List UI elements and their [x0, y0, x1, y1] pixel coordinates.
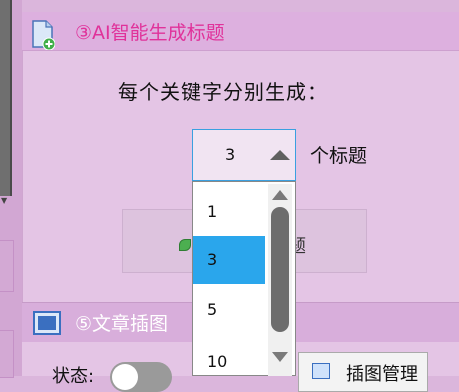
chevron-up-icon[interactable]: [270, 150, 290, 160]
images-section-title: ⑤文章插图: [75, 313, 169, 335]
dropdown-option[interactable]: 10: [193, 338, 265, 375]
dropdown-option-selected[interactable]: 3: [193, 236, 265, 284]
title-count-suffix: 个标题: [310, 145, 368, 167]
divider: [22, 50, 459, 51]
image-manage-icon: [312, 363, 330, 379]
scroll-down-icon[interactable]: ▼: [1, 197, 9, 205]
dropdown-option[interactable]: 5: [193, 286, 265, 334]
leaf-icon: [179, 239, 191, 251]
scroll-up-icon[interactable]: [272, 190, 288, 200]
dropdown-scroll-thumb[interactable]: [271, 207, 289, 332]
left-panel-box: [0, 330, 14, 378]
toggle-knob: [112, 364, 138, 390]
image-manage-label: 插图管理: [346, 364, 418, 385]
per-keyword-label: 每个关键字分别生成：: [118, 80, 328, 104]
status-label: 状态:: [52, 366, 95, 387]
left-panel-box: [0, 240, 14, 292]
image-icon: [33, 311, 61, 335]
scroll-down-icon[interactable]: [272, 352, 288, 362]
document-add-icon: [32, 20, 55, 50]
dropdown-option[interactable]: 1: [193, 188, 265, 236]
ai-section-title: ③AI智能生成标题: [75, 22, 225, 44]
left-scrollbar[interactable]: [0, 0, 12, 196]
title-count-value: 3: [225, 145, 236, 164]
